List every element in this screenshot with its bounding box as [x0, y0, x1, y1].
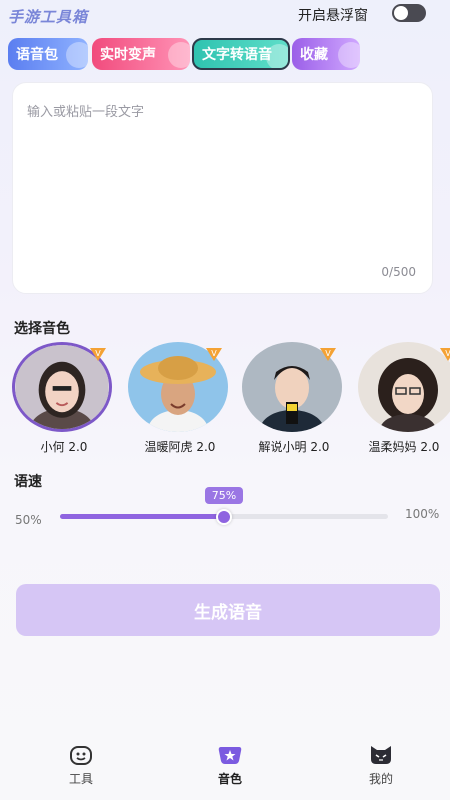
voice-name: 温暖阿虎 2.0 [144, 440, 216, 454]
float-window-label: 开启悬浮窗 [298, 8, 368, 24]
speed-slider-fill [60, 514, 224, 519]
text-input-area[interactable]: 输入或粘贴一段文字 0/500 [12, 82, 433, 294]
voice-card-commentator-xiaoming[interactable]: V 解说小明 2.0 [242, 342, 346, 458]
voice-section-title: 选择音色 [14, 321, 70, 337]
avatar [358, 342, 450, 432]
bubble-icon [338, 42, 360, 68]
vip-icon: V [206, 348, 222, 361]
svg-text:V: V [325, 349, 331, 358]
char-count: 0/500 [381, 265, 416, 279]
bubble-icon [168, 42, 190, 68]
vip-icon: V [440, 348, 450, 361]
generate-voice-button[interactable]: 生成语音 [16, 584, 440, 636]
tab-realtime-voice-change[interactable]: 实时变声 [92, 38, 190, 70]
speed-max-label: 100% [405, 507, 440, 521]
vip-icon: V [320, 348, 336, 361]
speed-title: 语速 [14, 474, 42, 490]
header: 手游工具箱 开启悬浮窗 [0, 0, 450, 36]
tab-realtime-voice-change-label: 实时变声 [100, 47, 156, 63]
nav-voices-label: 音色 [217, 772, 242, 786]
toggle-knob [394, 6, 408, 20]
tab-voice-pack[interactable]: 语音包 [8, 38, 88, 70]
voice-card-gentle-mom[interactable]: V 温柔妈妈 2.0 [358, 342, 450, 458]
voice-star-icon [218, 747, 242, 764]
nav-tools[interactable]: 工具 [51, 744, 111, 794]
speed-min-label: 50% [15, 513, 42, 527]
bubble-icon [66, 42, 88, 68]
tab-text-to-speech-label: 文字转语音 [202, 47, 272, 63]
speed-value-bubble: 75% [205, 487, 243, 504]
voice-card-xiaohe[interactable]: V 小何 2.0 [12, 342, 116, 458]
svg-text:V: V [211, 349, 217, 358]
float-window-toggle[interactable] [392, 4, 426, 22]
avatar-image [358, 342, 450, 432]
svg-text:V: V [445, 349, 450, 358]
tab-favorites-label: 收藏 [300, 47, 328, 63]
speed-slider-thumb[interactable] [216, 509, 232, 525]
bubble-icon [266, 44, 288, 68]
feature-tabs: 语音包 实时变声 文字转语音 收藏 [6, 38, 446, 72]
voice-name: 温柔妈妈 2.0 [368, 440, 440, 454]
text-input-placeholder: 输入或粘贴一段文字 [27, 105, 145, 120]
vip-icon: V [90, 348, 106, 361]
cat-face-icon [371, 746, 391, 764]
svg-text:V: V [95, 349, 101, 358]
voice-card-warm-ahu[interactable]: V 温暖阿虎 2.0 [128, 342, 232, 458]
nav-voices[interactable]: 音色 [200, 744, 260, 794]
voice-name: 小何 2.0 [40, 440, 88, 454]
nav-tools-label: 工具 [68, 772, 93, 786]
voice-name: 解说小明 2.0 [258, 440, 330, 454]
tab-favorites[interactable]: 收藏 [292, 38, 360, 70]
app-title: 手游工具箱 [8, 8, 89, 26]
tab-voice-pack-label: 语音包 [16, 47, 58, 63]
nav-mine-label: 我的 [368, 772, 393, 786]
nav-mine[interactable]: 我的 [351, 744, 411, 794]
bottom-nav: 工具 音色 我的 [0, 744, 450, 800]
tool-face-icon [70, 746, 92, 765]
tab-text-to-speech[interactable]: 文字转语音 [192, 38, 290, 70]
